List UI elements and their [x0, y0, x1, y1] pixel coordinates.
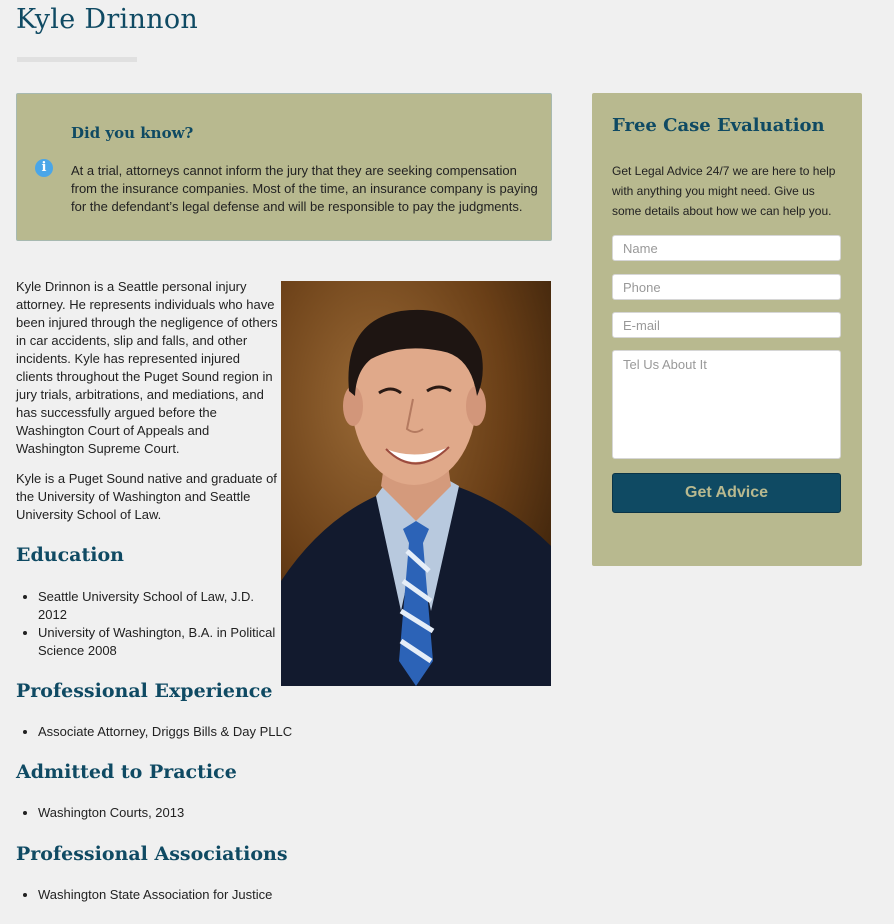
list-item: Washington State Association for Justice [38, 886, 438, 904]
did-you-know-heading: Did you know? [71, 124, 194, 142]
associations-list: Washington State Association for Justice [16, 886, 438, 904]
case-evaluation-form: Free Case Evaluation Get Legal Advice 24… [592, 93, 862, 566]
list-item: Seattle University School of Law, J.D. 2… [38, 588, 278, 624]
experience-heading: Professional Experience [16, 680, 273, 702]
name-field[interactable] [612, 235, 841, 261]
attorney-photo [281, 281, 551, 686]
admitted-heading: Admitted to Practice [16, 761, 237, 783]
info-icon: i [35, 159, 53, 177]
experience-section: Professional Experience Associate Attorn… [16, 680, 438, 741]
education-section: Education Seattle University School of L… [16, 544, 278, 660]
page-title: Kyle Drinnon [16, 4, 199, 35]
list-item: Washington Courts, 2013 [38, 804, 438, 822]
did-you-know-text: At a trial, attorneys cannot inform the … [71, 163, 538, 214]
title-divider [17, 57, 137, 62]
form-heading: Free Case Evaluation [612, 115, 825, 136]
experience-list: Associate Attorney, Driggs Bills & Day P… [16, 723, 438, 741]
education-list: Seattle University School of Law, J.D. 2… [16, 588, 278, 660]
admitted-list: Washington Courts, 2013 [16, 804, 438, 822]
form-intro: Get Legal Advice 24/7 we are here to hel… [612, 164, 836, 218]
list-item: University of Washington, B.A. in Politi… [38, 624, 278, 660]
associations-section: Professional Associations Washington Sta… [16, 843, 438, 904]
admitted-section: Admitted to Practice Washington Courts, … [16, 761, 438, 822]
list-item: Associate Attorney, Driggs Bills & Day P… [38, 723, 438, 741]
did-you-know-box: i Did you know? At a trial, attorneys ca… [16, 93, 552, 241]
phone-field[interactable] [612, 274, 841, 300]
bio-paragraph: Kyle is a Puget Sound native and graduat… [16, 471, 277, 522]
main-content: Kyle Drinnon is a Seattle personal injur… [16, 276, 556, 902]
bio-paragraph: Kyle Drinnon is a Seattle personal injur… [16, 279, 278, 456]
message-field[interactable] [612, 350, 841, 459]
email-field[interactable] [612, 312, 841, 338]
associations-heading: Professional Associations [16, 843, 288, 865]
education-heading: Education [16, 544, 124, 566]
get-advice-button[interactable]: Get Advice [612, 473, 841, 513]
